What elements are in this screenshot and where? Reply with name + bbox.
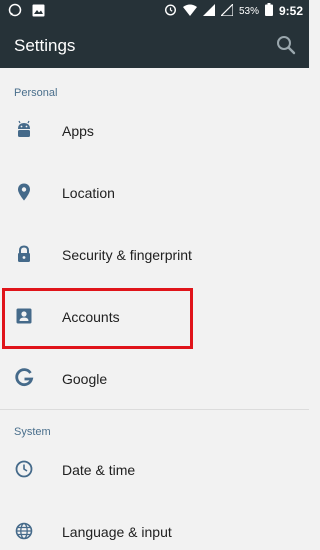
signal-icon-2 bbox=[219, 2, 234, 19]
account-box-icon bbox=[14, 306, 34, 326]
item-label: Language & input bbox=[62, 524, 172, 540]
image-icon bbox=[32, 4, 45, 22]
wifi-icon bbox=[182, 4, 197, 19]
google-icon bbox=[14, 368, 34, 388]
settings-item-google[interactable]: Google bbox=[0, 348, 309, 410]
search-icon[interactable] bbox=[275, 34, 297, 56]
settings-item-date-time[interactable]: Date & time bbox=[0, 439, 309, 501]
item-label: Apps bbox=[62, 123, 94, 139]
globe-icon bbox=[14, 521, 34, 541]
signal-icon bbox=[202, 3, 215, 19]
page-title: Settings bbox=[14, 36, 76, 55]
settings-item-location[interactable]: Location bbox=[0, 162, 309, 224]
settings-item-security[interactable]: Security & fingerprint bbox=[0, 224, 309, 286]
item-label: Accounts bbox=[62, 309, 120, 325]
app-toolbar: Settings bbox=[0, 24, 309, 68]
section-header-personal: Personal bbox=[14, 87, 58, 99]
item-label: Location bbox=[62, 185, 115, 201]
clock-time: 9:52 bbox=[278, 4, 303, 18]
location-pin-icon bbox=[14, 182, 34, 202]
battery-percentage: 53% bbox=[238, 5, 259, 17]
android-icon bbox=[14, 120, 34, 140]
settings-item-accounts[interactable]: Accounts bbox=[0, 286, 309, 348]
item-label: Google bbox=[62, 371, 108, 387]
whatsapp-icon bbox=[8, 3, 22, 22]
item-label: Date & time bbox=[62, 462, 136, 478]
clock-icon bbox=[14, 459, 34, 479]
system-icons: 53% 9:52 bbox=[164, 2, 303, 19]
battery-icon bbox=[264, 3, 273, 19]
settings-item-apps[interactable]: Apps bbox=[0, 100, 309, 162]
status-bar: 53% 9:52 bbox=[0, 0, 309, 24]
notification-icons bbox=[8, 3, 45, 22]
alarm-icon bbox=[164, 3, 177, 19]
settings-item-language-input[interactable]: Language & input bbox=[0, 501, 309, 550]
section-header-system: System bbox=[14, 426, 51, 438]
section-divider bbox=[0, 409, 309, 410]
item-label: Security & fingerprint bbox=[62, 247, 192, 263]
lock-icon bbox=[14, 244, 34, 264]
